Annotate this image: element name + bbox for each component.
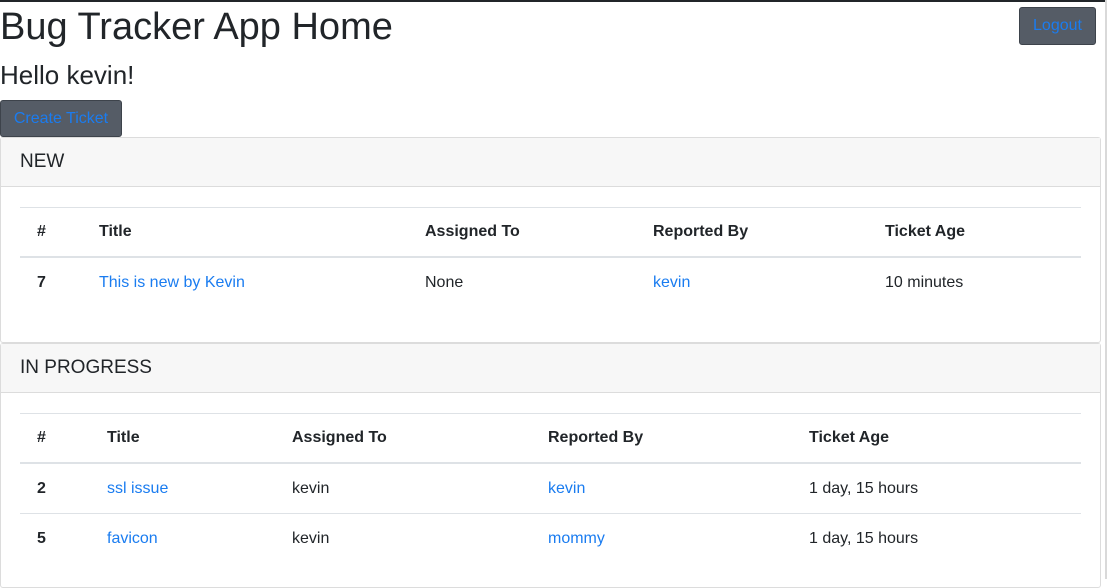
table-header-row: # Title Assigned To Reported By Ticket A… bbox=[20, 413, 1081, 464]
table-row: 5 favicon kevin mommy 1 day, 15 hours bbox=[20, 513, 1081, 563]
ticket-assignee: kevin bbox=[292, 479, 330, 497]
ticket-age: 1 day, 15 hours bbox=[792, 513, 1081, 563]
new-tickets-table: # Title Assigned To Reported By Ticket A… bbox=[20, 207, 1081, 307]
column-header-reported-by: Reported By bbox=[636, 207, 868, 258]
column-header-title: Title bbox=[82, 207, 408, 258]
create-ticket-button[interactable]: Create Ticket bbox=[0, 100, 122, 137]
ticket-title-cell: This is new by Kevin bbox=[82, 257, 408, 307]
new-section-header: NEW bbox=[1, 138, 1100, 187]
ticket-assignee: None bbox=[425, 273, 464, 291]
in-progress-section-header: IN PROGRESS bbox=[1, 344, 1100, 393]
new-tickets-card: NEW # Title Assigned To Reported By Tick… bbox=[0, 137, 1101, 343]
ticket-reporter-cell: kevin bbox=[636, 257, 868, 307]
table-row: 2 ssl issue kevin kevin 1 day, 15 hours bbox=[20, 463, 1081, 514]
new-section-body: # Title Assigned To Reported By Ticket A… bbox=[1, 187, 1100, 307]
column-header-ticket-age: Ticket Age bbox=[792, 413, 1081, 464]
column-header-reported-by: Reported By bbox=[531, 413, 792, 464]
table-row: 7 This is new by Kevin None kevin 10 min… bbox=[20, 257, 1081, 307]
ticket-age: 10 minutes bbox=[885, 273, 964, 291]
ticket-title-link[interactable]: ssl issue bbox=[107, 480, 168, 497]
ticket-title-link[interactable]: This is new by Kevin bbox=[99, 274, 245, 291]
top-border bbox=[0, 0, 1107, 2]
ticket-reporter-link[interactable]: kevin bbox=[548, 480, 585, 497]
ticket-title-cell: ssl issue bbox=[90, 463, 275, 514]
ticket-id: 7 bbox=[37, 273, 46, 291]
page-title: Bug Tracker App Home bbox=[0, 6, 393, 48]
ticket-reporter-link[interactable]: mommy bbox=[548, 530, 605, 547]
ticket-assignee: kevin bbox=[275, 513, 531, 563]
greeting: Hello kevin! bbox=[0, 60, 135, 90]
logout-button[interactable]: Logout bbox=[1019, 7, 1096, 45]
ticket-title-cell: favicon bbox=[90, 513, 275, 563]
ticket-reporter-cell: mommy bbox=[531, 513, 792, 563]
ticket-id: 5 bbox=[20, 513, 90, 563]
ticket-title-link[interactable]: favicon bbox=[107, 530, 158, 547]
column-header-ticket-age: Ticket Age bbox=[868, 207, 1081, 258]
column-header-title: Title bbox=[90, 413, 275, 464]
ticket-reporter-cell: kevin bbox=[531, 463, 792, 514]
column-header-assigned-to: Assigned To bbox=[408, 207, 636, 258]
ticket-age: 1 day, 15 hours bbox=[809, 479, 919, 497]
ticket-reporter-link[interactable]: kevin bbox=[653, 274, 690, 291]
in-progress-tickets-card: IN PROGRESS # Title Assigned To Reported… bbox=[0, 343, 1101, 588]
column-header-assigned-to: Assigned To bbox=[275, 413, 531, 464]
table-header-row: # Title Assigned To Reported By Ticket A… bbox=[20, 207, 1081, 258]
column-header-id: # bbox=[20, 413, 90, 464]
ticket-id: 2 bbox=[37, 479, 46, 497]
column-header-id: # bbox=[20, 207, 82, 258]
in-progress-section-body: # Title Assigned To Reported By Ticket A… bbox=[1, 393, 1100, 563]
in-progress-tickets-table: # Title Assigned To Reported By Ticket A… bbox=[20, 413, 1081, 563]
